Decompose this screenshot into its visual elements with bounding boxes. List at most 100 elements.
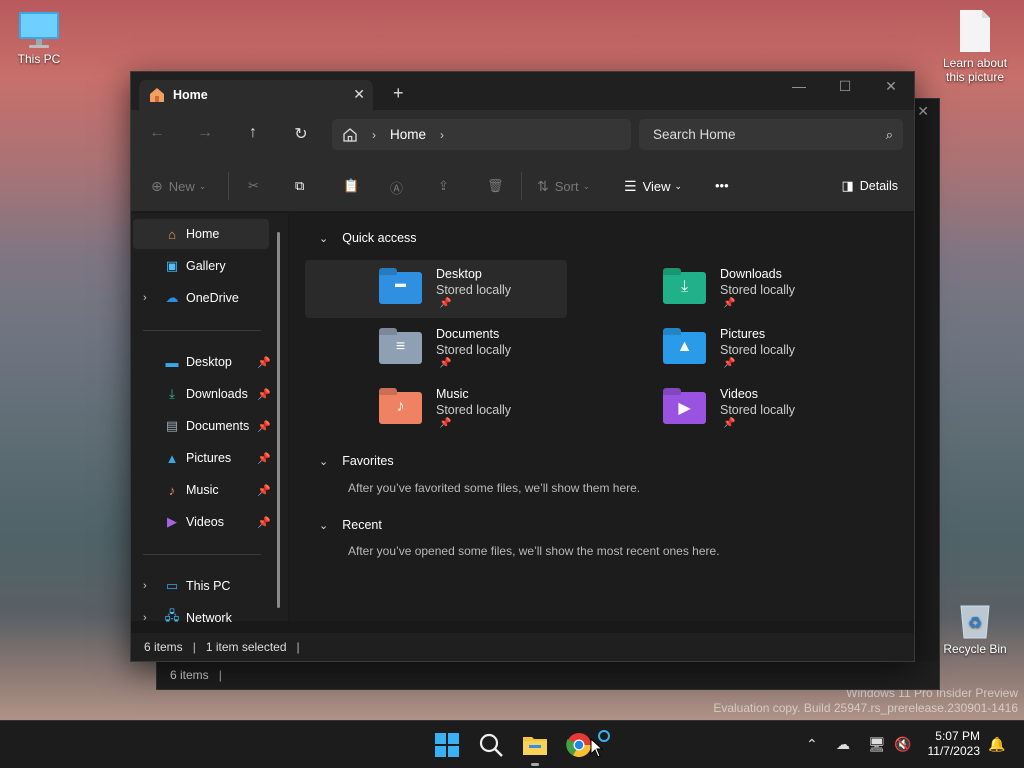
navigation-pane: ⌂ Home ▣ Gallery › ☁ OneDrive ▬ Desktop …: [131, 213, 288, 625]
status-bar: 6 items | 1 item selected |: [131, 633, 914, 661]
chevron-right-icon[interactable]: ›: [143, 292, 147, 304]
breadcrumb[interactable]: › Home ›: [332, 119, 631, 150]
folder-tile-desktop[interactable]: ▬ Desktop Stored locally 📌: [305, 260, 567, 318]
desktop-folder-icon: ▬: [165, 354, 179, 370]
file-explorer-window[interactable]: Home ✕ + — ☐ ✕ ← → ↑ ↻ › Home › Search H…: [130, 71, 915, 662]
chrome-icon[interactable]: [565, 731, 593, 759]
close-window-button[interactable]: ✕: [879, 78, 903, 95]
details-button[interactable]: ◨ Details: [841, 178, 898, 194]
os-watermark: Windows 11 Pro Insider Preview Evaluatio…: [713, 686, 1018, 716]
sidebar-item-label: OneDrive: [186, 291, 239, 305]
sidebar-item-videos[interactable]: ▶ Videos 📌: [133, 507, 271, 537]
section-title: Recent: [342, 518, 382, 532]
sidebar-item-downloads[interactable]: ⤓ Downloads 📌: [133, 379, 271, 409]
section-header-favorites[interactable]: ⌄ Favorites: [319, 454, 394, 468]
rename-icon[interactable]: Ⓐ: [390, 178, 403, 197]
sidebar-scrollbar[interactable]: [277, 232, 280, 608]
delete-icon[interactable]: 🗑: [487, 178, 504, 194]
address-bar: ← → ↑ ↻ › Home › Search Home ⌕: [131, 110, 914, 160]
start-icon[interactable]: [433, 731, 461, 759]
up-button[interactable]: ↑: [243, 124, 263, 142]
sidebar-item-onedrive[interactable]: › ☁ OneDrive: [133, 283, 269, 313]
search-icon[interactable]: [477, 731, 505, 759]
document-icon: [960, 10, 990, 52]
network-icon: 🖧: [164, 608, 180, 623]
sidebar-item-network[interactable]: › 🖧 Network: [133, 603, 269, 633]
folder-tile-documents[interactable]: ≡ Documents Stored locally 📌: [305, 320, 567, 378]
pin-icon: 📌: [257, 420, 271, 433]
pictures-icon: ▲: [165, 450, 179, 466]
desktop-icon-recycle-bin[interactable]: ♻ Recycle Bin: [935, 600, 1015, 656]
maximize-button[interactable]: ☐: [833, 78, 857, 95]
new-button[interactable]: ⊕ New ⌄: [151, 178, 206, 195]
pin-icon: 📌: [723, 418, 736, 429]
pin-icon: 📌: [723, 298, 736, 309]
sidebar-item-music[interactable]: ♪ Music 📌: [133, 475, 271, 505]
chevron-up-icon[interactable]: ⌃: [806, 736, 818, 753]
volume-muted-icon[interactable]: 🔇: [894, 736, 911, 753]
section-header-recent[interactable]: ⌄ Recent: [319, 518, 382, 532]
share-icon[interactable]: ⇪: [438, 178, 449, 194]
chevron-down-icon: ⌄: [319, 455, 329, 468]
paste-icon[interactable]: 📋: [343, 178, 359, 194]
chevron-right-icon[interactable]: ›: [143, 612, 147, 624]
pin-icon: 📌: [257, 516, 271, 529]
section-header-quick-access[interactable]: ⌄ Quick access: [319, 231, 417, 245]
close-tab-icon[interactable]: ✕: [353, 86, 365, 103]
notification-bell-icon[interactable]: 🔔: [988, 736, 1005, 753]
folder-tile-music[interactable]: ♪ Music Stored locally 📌: [305, 380, 567, 438]
clock[interactable]: 5:07 PM 11/7/2023: [928, 729, 981, 759]
pin-icon: 📌: [257, 388, 271, 401]
folder-sub: Stored locally: [720, 343, 796, 357]
pin-icon: 📌: [257, 452, 271, 465]
view-button[interactable]: ☰ View ⌄: [624, 178, 682, 195]
title-bar[interactable]: Home ✕ + — ☐ ✕: [131, 72, 914, 110]
item-count: 6 items: [144, 640, 183, 654]
folder-tile-videos[interactable]: ▶ Videos Stored locally 📌: [589, 380, 851, 438]
search-input[interactable]: Search Home ⌕: [639, 119, 903, 150]
back-button[interactable]: ←: [147, 124, 167, 142]
pin-icon: 📌: [439, 358, 452, 369]
sidebar-item-label: Music: [186, 483, 219, 497]
pin-icon: 📌: [439, 298, 452, 309]
forward-button[interactable]: →: [195, 124, 215, 142]
music-folder-icon: ♪: [379, 392, 422, 424]
tab-home[interactable]: Home ✕: [139, 80, 373, 110]
network-icon[interactable]: 🖥: [868, 736, 886, 753]
sidebar-item-gallery[interactable]: ▣ Gallery: [133, 251, 269, 281]
downloads-folder-icon: ⤓: [663, 272, 706, 304]
sidebar-item-home[interactable]: ⌂ Home: [133, 219, 269, 249]
sidebar-item-desktop[interactable]: ▬ Desktop 📌: [133, 347, 271, 377]
documents-folder-icon: ≡: [379, 332, 422, 364]
view-label: View: [642, 179, 671, 194]
desktop-icon-learn-picture[interactable]: Learn about this picture: [935, 8, 1015, 84]
cut-icon[interactable]: ✂: [248, 178, 259, 194]
file-explorer-icon[interactable]: [521, 731, 549, 759]
new-tab-button[interactable]: +: [393, 83, 404, 104]
folder-tile-downloads[interactable]: ⤓ Downloads Stored locally 📌: [589, 260, 851, 318]
chevron-right-icon[interactable]: ›: [143, 580, 147, 592]
folder-tile-pictures[interactable]: ▲ Pictures Stored locally 📌: [589, 320, 851, 378]
sort-button[interactable]: ⇅ Sort ⌄: [537, 178, 590, 195]
desktop-icon-this-pc[interactable]: This PC: [0, 10, 79, 66]
folder-sub: Stored locally: [720, 403, 796, 417]
status-separator: |: [192, 640, 196, 654]
search-icon: ⌕: [885, 127, 893, 142]
chevron-down-icon: ⌄: [674, 181, 683, 191]
sidebar-item-documents[interactable]: ▤ Documents 📌: [133, 411, 271, 441]
sidebar-item-this-pc[interactable]: › ▭ This PC: [133, 571, 269, 601]
close-icon[interactable]: ✕: [917, 103, 929, 120]
breadcrumb-home[interactable]: Home: [390, 127, 426, 142]
copy-icon[interactable]: ⧉: [295, 178, 304, 194]
sidebar-item-pictures[interactable]: ▲ Pictures 📌: [133, 443, 271, 473]
folder-name: Downloads: [720, 267, 782, 281]
refresh-button[interactable]: ↻: [291, 124, 311, 144]
more-options-button[interactable]: •••: [715, 178, 729, 193]
new-label: New: [168, 179, 195, 194]
chevron-right-icon[interactable]: ›: [440, 128, 444, 142]
chevron-down-icon: ⌄: [319, 232, 329, 245]
minimize-button[interactable]: —: [787, 78, 811, 94]
onedrive-offline-icon[interactable]: ☁: [836, 736, 850, 753]
recycle-bin-icon: ♻: [960, 605, 990, 639]
status-separator: |: [218, 668, 222, 682]
